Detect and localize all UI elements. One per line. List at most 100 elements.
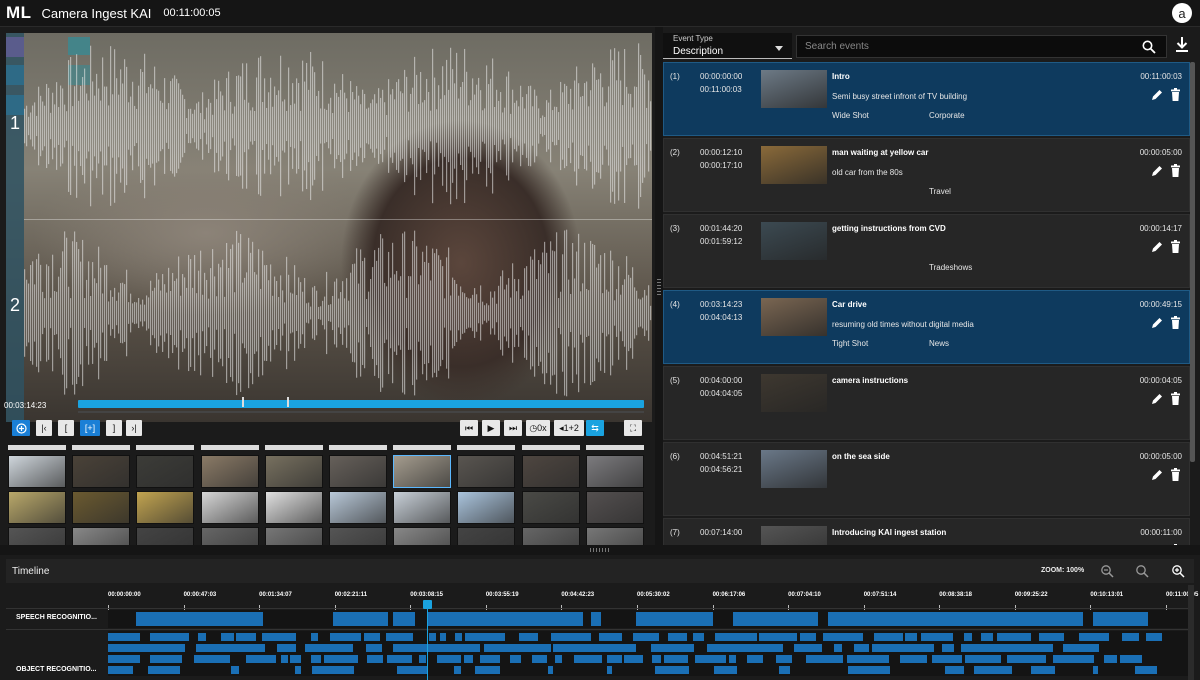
object-segment[interactable] [363,633,380,641]
object-segment[interactable] [847,666,891,674]
object-segment[interactable] [728,655,737,663]
speech-segment[interactable] [136,612,263,626]
object-segment[interactable] [667,633,687,641]
zoom-in-icon[interactable] [1171,564,1185,578]
frame-thumbnail[interactable] [72,455,131,488]
panel-splitter-horizontal[interactable] [0,545,1200,555]
audio-channel-button[interactable]: ◂ 1+2 [554,420,584,436]
frame-thumbnail[interactable] [393,455,452,488]
object-segment[interactable] [607,666,612,674]
object-segment[interactable] [532,655,547,663]
scrub-bar[interactable] [78,400,644,408]
edit-icon[interactable] [1151,317,1163,329]
frame-thumbnail[interactable] [8,527,66,545]
frame-thumbnail[interactable] [585,455,644,488]
object-segment[interactable] [1119,655,1142,663]
zoom-fit-icon[interactable] [1135,564,1149,578]
object-segment[interactable] [365,644,382,652]
object-segment[interactable] [598,633,622,641]
object-segment[interactable] [873,633,903,641]
object-segment[interactable] [397,666,429,674]
playhead-handle[interactable] [423,600,432,609]
object-segment[interactable] [606,655,622,663]
object-segment[interactable] [418,655,427,663]
user-avatar[interactable]: a [1172,3,1192,23]
object-segment[interactable] [323,655,358,663]
object-segment[interactable] [108,655,141,663]
object-segment[interactable] [231,666,240,674]
app-logo[interactable]: ML [6,3,32,23]
object-segment[interactable] [386,655,413,663]
loop-button[interactable]: ⇆ [586,420,604,436]
trash-icon[interactable] [1170,316,1181,329]
event-item[interactable]: (6) 00:04:51:21 00:04:56:21 on the sea side… [663,442,1190,516]
object-segment[interactable] [147,666,181,674]
object-segment[interactable] [555,655,562,663]
object-segment[interactable] [651,655,661,663]
object-segment[interactable] [367,655,383,663]
event-type-select[interactable]: Event Type Description [663,33,792,59]
object-segment[interactable] [654,666,689,674]
event-list-scrollbar[interactable] [1190,62,1195,462]
go-to-in-button[interactable]: |‹ [36,420,52,436]
object-segment[interactable] [295,666,301,674]
object-segment[interactable] [1122,633,1140,641]
speech-segment[interactable] [1093,612,1148,626]
object-segment[interactable] [329,633,361,641]
frame-thumbnail[interactable] [72,491,131,524]
object-segment[interactable] [386,633,414,641]
object-segment[interactable] [779,666,790,674]
object-segment[interactable] [547,666,553,674]
frame-thumbnail[interactable] [329,455,387,488]
object-segment[interactable] [465,633,505,641]
object-segment[interactable] [108,666,133,674]
timeline-ruler[interactable]: 00:00:00:00 00:00:47:03 00:01:34:07 00:02:2… [0,585,1200,610]
video-viewer[interactable]: 1 2 [6,33,652,422]
frame-thumbnail[interactable] [585,527,644,545]
object-segment[interactable] [150,633,189,641]
timeline-playhead[interactable] [427,600,428,680]
trash-icon[interactable] [1170,468,1181,481]
event-thumbnail[interactable] [761,222,827,260]
object-segment[interactable] [454,633,462,641]
speech-segment[interactable] [733,612,818,626]
event-item[interactable]: (3) 00:01:44:20 00:01:59:12 getting instruc… [663,214,1190,288]
trash-icon[interactable] [1170,392,1181,405]
play-button[interactable]: ▶ [482,420,500,436]
object-segment[interactable] [964,655,1002,663]
object-segment[interactable] [281,655,288,663]
object-segment[interactable] [905,633,918,641]
object-segment[interactable] [1135,666,1157,674]
object-segment[interactable] [747,655,763,663]
timeline-scrollbar[interactable] [1188,585,1194,680]
object-segment[interactable] [945,666,964,674]
object-segment[interactable] [1078,633,1109,641]
edit-icon[interactable] [1151,165,1163,177]
event-item[interactable]: (7) 00:07:14:00 Introducing KAI ingest sta… [663,518,1190,545]
object-segment[interactable] [1053,655,1095,663]
frame-thumbnail[interactable] [264,455,323,488]
object-segment[interactable] [931,655,963,663]
object-segment[interactable] [553,644,636,652]
trash-icon[interactable] [1170,240,1181,253]
search-events-input[interactable]: Search events [796,35,1167,58]
object-segment[interactable] [108,633,141,641]
object-segment[interactable] [854,644,869,652]
next-frame-button[interactable]: ⏭ [504,420,522,436]
object-segment[interactable] [713,666,737,674]
object-segment[interactable] [1146,633,1162,641]
object-segment[interactable] [799,633,817,641]
object-segment[interactable] [310,655,321,663]
frame-thumbnail[interactable] [585,491,644,524]
download-icon[interactable] [1174,36,1190,54]
object-segment[interactable] [715,633,758,641]
frame-thumbnail[interactable] [72,527,131,545]
object-segment[interactable] [519,633,538,641]
object-segment[interactable] [1093,666,1098,674]
speed-button[interactable]: ◷ 0x [526,420,550,436]
event-thumbnail[interactable] [761,374,827,412]
object-segment[interactable] [632,633,659,641]
object-segment[interactable] [573,655,602,663]
object-segment[interactable] [290,655,301,663]
object-segment[interactable] [220,633,234,641]
